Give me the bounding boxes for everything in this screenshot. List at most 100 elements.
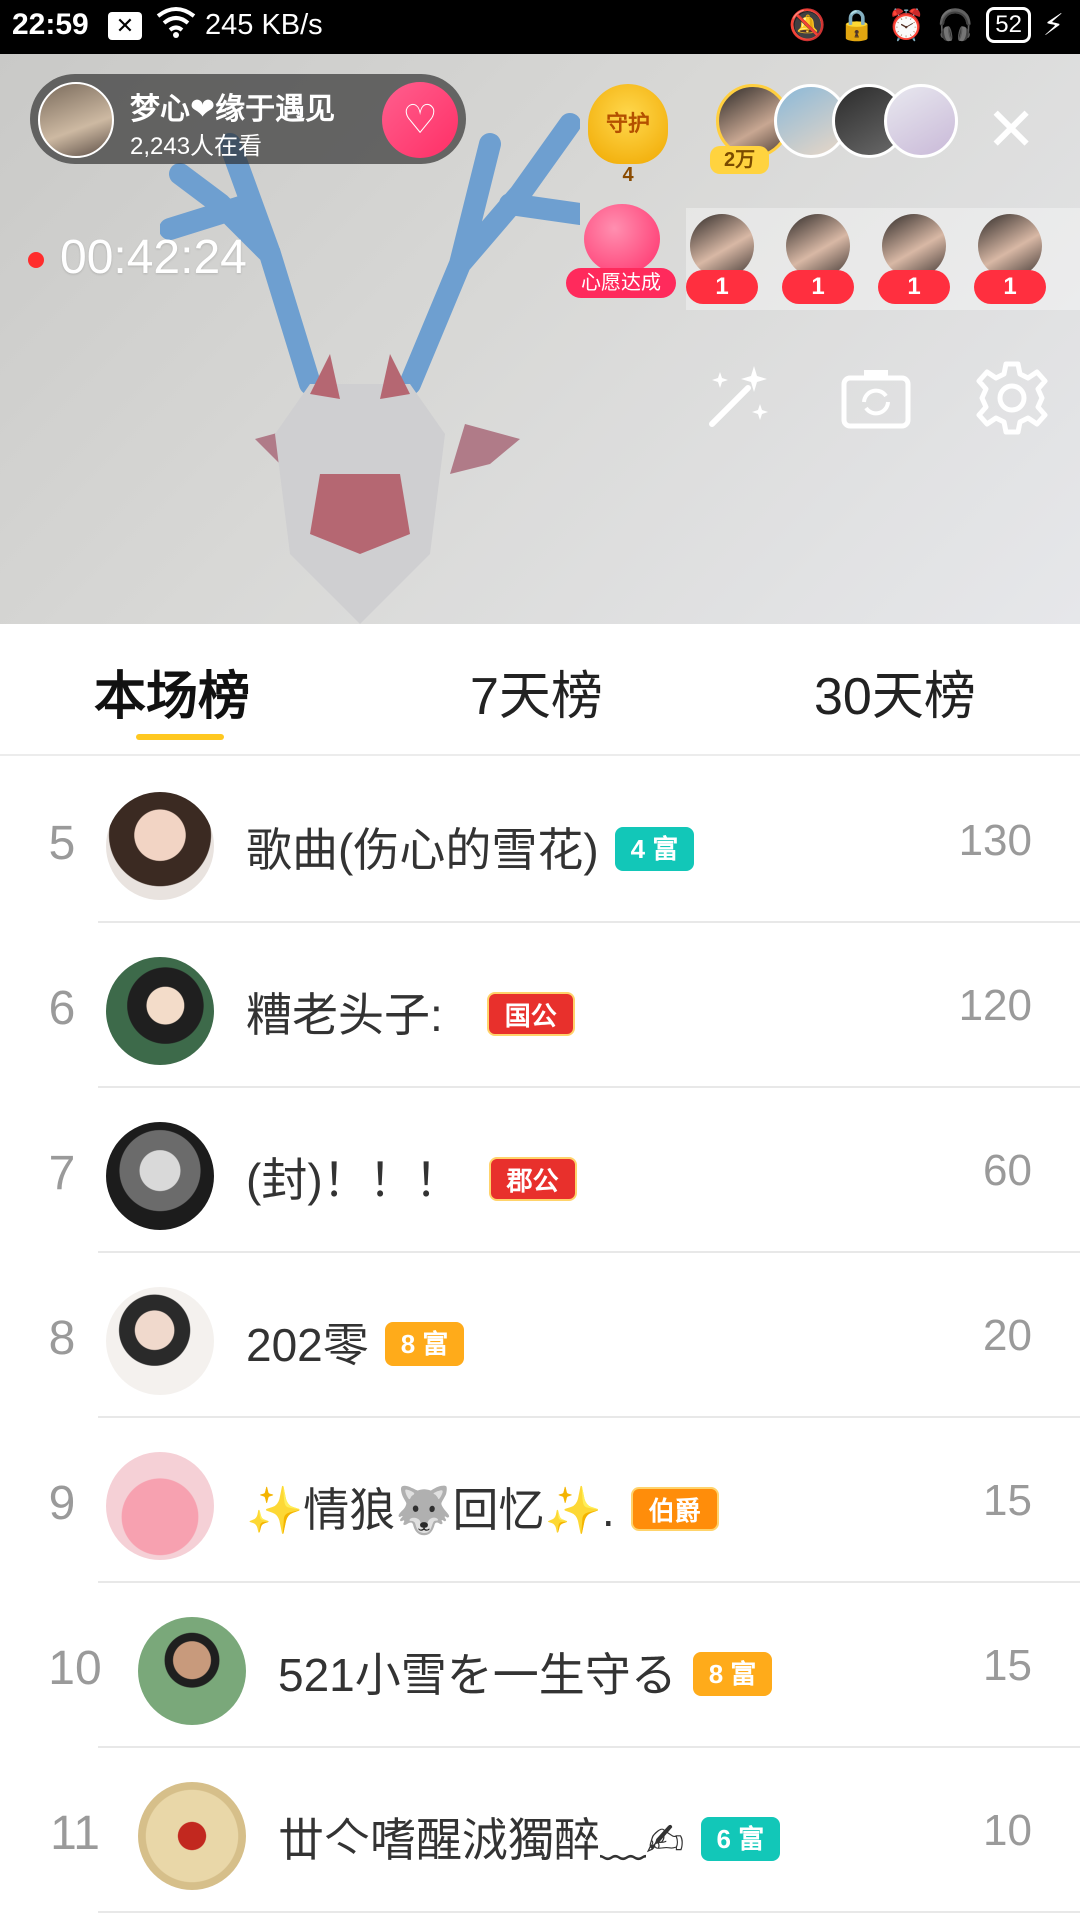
tab-current-session[interactable]: 本场榜 [94, 654, 250, 729]
ranking-row[interactable]: 10 521小雪を一生守る 8 富 15 [0, 1583, 1080, 1748]
guard-count: 4 [622, 164, 634, 186]
user-avatar[interactable] [138, 1617, 246, 1725]
timer-text: 00:42:24 [60, 231, 247, 284]
ranking-row[interactable]: 9 ✨情狼🐺回忆✨. 伯爵 15 [0, 1418, 1080, 1583]
heart-plus-icon: ♡ [402, 98, 438, 142]
gift-count: 1 [974, 270, 1046, 304]
rank-number: 10 [48, 1642, 102, 1695]
user-name: ✨情狼🐺回忆✨. 伯爵 [246, 1474, 719, 1540]
alarm-icon: ⏰ [887, 8, 925, 42]
lock-rotation-icon: 🔒 [838, 8, 876, 42]
gift-avatar [978, 214, 1042, 278]
wish-gift-strip[interactable]: 1 1 1 1 [686, 208, 1080, 310]
user-name: 糟老头子: 国公 [246, 979, 575, 1045]
user-name-text: ✨情狼🐺回忆✨. [246, 1484, 615, 1536]
user-name-text: 521小雪を一生守る [278, 1649, 677, 1701]
user-name-text: (封)！！！ [246, 1154, 461, 1206]
gift-avatar [690, 214, 754, 278]
score: 10 [983, 1806, 1032, 1855]
wealth-badge: 4 富 [614, 826, 695, 871]
host-avatar[interactable] [38, 82, 114, 158]
follow-button[interactable]: ♡ [382, 82, 458, 158]
gift-count: 1 [782, 270, 854, 304]
viewer-count: 2,243人在看 [130, 133, 263, 160]
ranking-row[interactable]: 8 202零 8 富 20 [0, 1253, 1080, 1418]
user-name-text: 歌曲(伤心的雪花) [246, 824, 599, 876]
close-icon: ✕ [986, 96, 1037, 163]
live-video-area[interactable]: 梦心❤缘于遇见 2,243人在看 ♡ 守护 4 2万 ✕ 00:42:24 心愿… [0, 54, 1080, 624]
camera-flip-icon [841, 370, 911, 429]
close-box-icon: ✕ [108, 12, 142, 40]
close-button[interactable]: ✕ [986, 100, 1036, 160]
noble-badge: 国公 [486, 991, 575, 1036]
recording-dot-icon [28, 252, 44, 269]
score: 15 [983, 1476, 1032, 1525]
score: 130 [958, 816, 1032, 865]
gear-icon [976, 361, 1048, 435]
gift-count: 1 [878, 270, 950, 304]
user-avatar[interactable] [106, 1122, 214, 1230]
viewer-avatar[interactable] [884, 84, 958, 158]
status-time: 22:59 [12, 8, 89, 41]
magic-wand-icon [709, 366, 768, 427]
wealth-badge: 8 富 [692, 1651, 773, 1696]
rank-number: 11 [50, 1807, 100, 1860]
noble-badge: 郡公 [488, 1156, 577, 1201]
user-avatar[interactable] [106, 792, 214, 900]
ranking-row[interactable]: 7 (封)！！！ 郡公 60 [0, 1088, 1080, 1253]
heart-face-icon [584, 204, 660, 274]
gift-avatar [786, 214, 850, 278]
user-name: 丗亽嗜醒㳚獨醉﹏✍ 6 富 [278, 1804, 781, 1870]
wealth-badge: 8 富 [384, 1321, 465, 1366]
status-right-icons: 🔕 🔒 ⏰ 🎧 52 ⚡ [789, 7, 1064, 43]
host-info-pill[interactable]: 梦心❤缘于遇见 2,243人在看 ♡ [30, 74, 466, 164]
user-name-text: 糟老头子: [246, 989, 443, 1041]
ranking-list: 5 歌曲(伤心的雪花) 4 富 130 6 糟老头子: 国公 120 7 (封)！！… [0, 758, 1080, 1920]
gift-count: 1 [686, 270, 758, 304]
wish-gift-item[interactable]: 1 [782, 214, 854, 306]
charging-icon: ⚡ [1042, 8, 1064, 42]
wifi-icon [156, 6, 196, 46]
network-speed: 245 KB/s [205, 9, 323, 41]
user-name: 歌曲(伤心的雪花) 4 富 [246, 814, 695, 880]
wish-gift-item[interactable]: 1 [686, 214, 758, 306]
user-name: 521小雪を一生守る 8 富 [278, 1639, 773, 1705]
wish-gift-item[interactable]: 1 [974, 214, 1046, 306]
flip-camera-button[interactable] [836, 358, 916, 438]
noble-badge: 伯爵 [630, 1486, 719, 1531]
live-timer: 00:42:24 [28, 230, 247, 285]
settings-button[interactable] [972, 358, 1052, 438]
row-divider [98, 1911, 1080, 1913]
user-name-text: 丗亽嗜醒㳚獨醉﹏✍ [278, 1814, 685, 1866]
battery-indicator: 52 [986, 7, 1031, 43]
score: 120 [958, 981, 1032, 1030]
score: 20 [983, 1311, 1032, 1360]
status-bar: 22:59 ✕ 245 KB/s 🔕 🔒 ⏰ 🎧 52 ⚡ [0, 0, 1080, 54]
top-viewer-avatars[interactable]: 2万 [710, 84, 958, 174]
headphones-icon: 🎧 [936, 8, 975, 42]
score: 60 [983, 1146, 1032, 1195]
ranking-row[interactable]: 5 歌曲(伤心的雪花) 4 富 130 [0, 758, 1080, 923]
ranking-row[interactable]: 11 丗亽嗜醒㳚獨醉﹏✍ 6 富 10 [0, 1748, 1080, 1913]
score: 15 [983, 1641, 1032, 1690]
top-viewers-count: 2万 [710, 146, 770, 174]
user-name: (封)！！！ 郡公 [246, 1144, 577, 1210]
tab-7-days[interactable]: 7天榜 [470, 654, 603, 729]
tab-30-days[interactable]: 30天榜 [814, 654, 976, 729]
user-name-text: 202零 [246, 1319, 369, 1371]
user-avatar[interactable] [138, 1782, 246, 1890]
user-avatar[interactable] [106, 957, 214, 1065]
wish-gift-item[interactable]: 1 [878, 214, 950, 306]
host-name: 梦心❤缘于遇见 [130, 93, 336, 126]
wish-label: 心愿达成 [566, 268, 676, 298]
ranking-tabs: 本场榜 7天榜 30天榜 [0, 624, 1080, 756]
guard-badge[interactable]: 守护 4 [582, 84, 674, 186]
gift-avatar [882, 214, 946, 278]
wish-badge[interactable]: 心愿达成 [566, 204, 676, 304]
user-name: 202零 8 富 [246, 1309, 465, 1375]
wealth-badge: 6 富 [700, 1816, 781, 1861]
user-avatar[interactable] [106, 1452, 214, 1560]
beauty-filter-button[interactable] [698, 358, 778, 438]
user-avatar[interactable] [106, 1287, 214, 1395]
ranking-row[interactable]: 6 糟老头子: 国公 120 [0, 923, 1080, 1088]
